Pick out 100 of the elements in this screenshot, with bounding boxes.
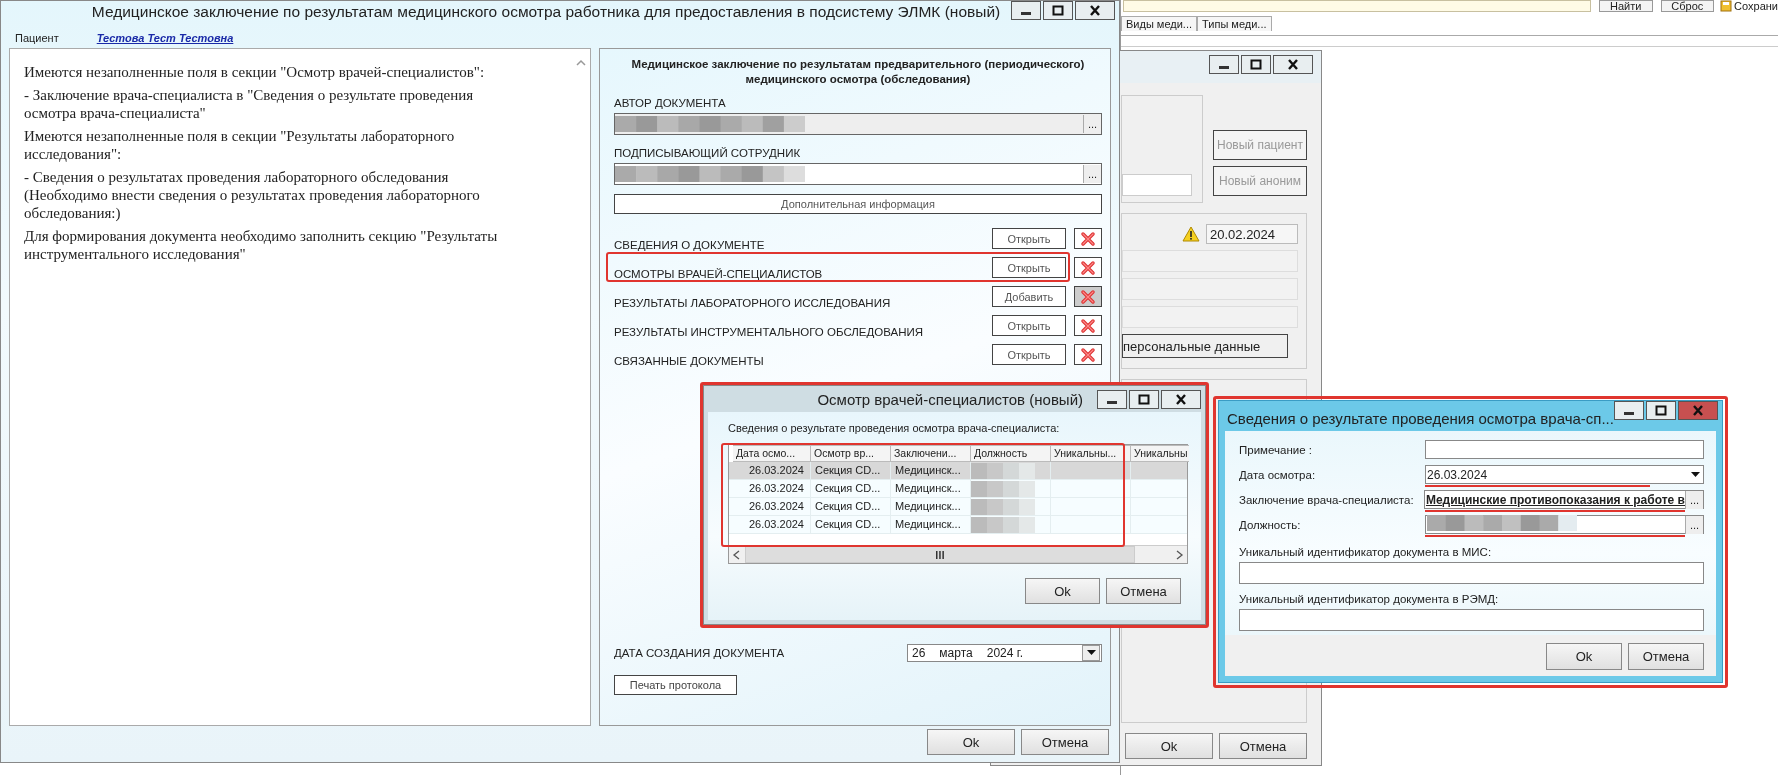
date-picker[interactable]: 26.03.2024 [1425, 465, 1704, 484]
input-field[interactable] [1239, 562, 1704, 584]
section-label: РЕЗУЛЬТАТЫ ЛАБОРАТОРНОГО ИССЛЕДОВАНИЯ [614, 297, 892, 311]
search-field[interactable] [1123, 0, 1591, 12]
browse-button[interactable]: ... [1685, 490, 1703, 509]
maximize-button[interactable] [1241, 55, 1271, 74]
tab[interactable]: Типы меди... [1197, 16, 1272, 31]
warning-icon [1182, 226, 1200, 242]
window-title: Осмотр врачей-специалистов (новый) [816, 390, 1084, 408]
section-label: ОСМОТРЫ ВРАЧЕЙ-СПЕЦИАЛИСТОВ [614, 268, 824, 282]
delete-icon [1080, 346, 1096, 363]
patient-link[interactable]: Тестова Тест Тестовна [96, 32, 234, 44]
column-header[interactable]: Осмотр вр... [811, 445, 891, 462]
maximize-icon [1138, 393, 1150, 405]
delete-button[interactable] [1074, 257, 1102, 278]
blur-drawing [971, 462, 1035, 479]
column-header[interactable]: Заключени... [891, 445, 971, 462]
input-field[interactable] [1239, 609, 1704, 631]
delete-button[interactable] [1074, 315, 1102, 336]
dialog-button[interactable]: Ok [1125, 733, 1213, 759]
maximize-button[interactable] [1043, 1, 1073, 20]
minimize-button[interactable] [1011, 1, 1041, 20]
close-icon [1089, 5, 1101, 16]
maximize-button[interactable] [1129, 389, 1159, 409]
close-button[interactable] [1161, 389, 1201, 409]
section-button[interactable]: Открыть [992, 228, 1066, 249]
close-button[interactable] [1273, 55, 1313, 74]
column-header[interactable]: Должность [971, 445, 1051, 462]
section-button[interactable]: Открыть [992, 315, 1066, 336]
field-label: Уникальный идентификатор документа в МИС: [1239, 546, 1493, 558]
close-button[interactable] [1677, 401, 1718, 420]
section-button[interactable]: Открыть [992, 344, 1066, 365]
dialog-button[interactable]: Отмена [1106, 578, 1181, 604]
field-label: Должность: [1239, 518, 1302, 531]
table-cell: Секция CD... [811, 462, 891, 479]
delete-icon [1080, 317, 1096, 334]
dialog-button[interactable]: Отмена [1219, 733, 1307, 759]
date-picker[interactable]: 26 марта 2024 г. [907, 644, 1102, 662]
close-button[interactable] [1075, 1, 1115, 20]
lookup-field[interactable]: Медицинские противопоказания к работе в ... [1423, 490, 1704, 509]
form-title: Медицинское заключение по результатам предварительного (периодического) медицинского осмотра (обследования) [630, 57, 1086, 87]
input-field[interactable] [1122, 174, 1192, 196]
dialog-button[interactable]: Отмена [1628, 643, 1704, 670]
field-label: Заключение врача-специалиста: [1239, 493, 1415, 506]
delete-icon [1080, 288, 1096, 305]
patient-label: Пациент [15, 32, 59, 44]
table-row[interactable]: 26.03.2024 Секция CD... Медицинск... [729, 462, 1187, 480]
blur-drawing [971, 516, 1035, 533]
maximize-icon [1052, 5, 1064, 16]
print-button[interactable]: Печать протокола [614, 675, 737, 695]
toolbar-button[interactable]: Найти [1599, 0, 1653, 12]
save-button[interactable]: Сохрани [1720, 0, 1778, 12]
maximize-icon [1250, 59, 1262, 70]
window-title: Медицинское заключение по результатам медицинского осмотра работника для предоставления в подсистему ЭЛМК (новый) [90, 2, 1002, 22]
browse-button[interactable]: ... [1083, 165, 1101, 183]
signer-field[interactable]: ... [614, 163, 1102, 185]
maximize-button[interactable] [1645, 401, 1676, 420]
delete-button[interactable] [1074, 228, 1102, 249]
delete-button[interactable] [1074, 344, 1102, 365]
table-row[interactable]: 26.03.2024 Секция CD... Медицинск... [729, 498, 1187, 516]
scroll-up-icon[interactable] [576, 59, 586, 66]
tab[interactable]: Виды меди... [1121, 16, 1198, 31]
grip-icon [935, 550, 945, 559]
table-cell: Секция CD... [811, 480, 891, 497]
minimize-icon [1021, 12, 1031, 15]
section-label: РЕЗУЛЬТАТЫ ИНСТРУМЕНТАЛЬНОГО ОБСЛЕДОВАНИЯ [614, 326, 925, 340]
author-field[interactable]: ... [614, 113, 1102, 135]
blur-drawing [971, 480, 1035, 497]
table-cell: Секция CD... [811, 498, 891, 515]
lookup-field[interactable]: ... [1425, 515, 1704, 534]
minimize-button[interactable] [1613, 401, 1644, 420]
minimize-button[interactable] [1097, 389, 1127, 409]
date-field[interactable]: 20.02.2024 [1206, 224, 1298, 244]
table-cell: Секция CD... [811, 516, 891, 533]
field-label: ПОДПИСЫВАЮЩИЙ СОТРУДНИК [614, 147, 802, 159]
validation-message: Для формирования документа необходимо заполнить секцию "Результаты инструментального исследования" [24, 227, 499, 263]
dialog-button[interactable]: Ok [927, 729, 1015, 755]
minimize-icon [1623, 412, 1634, 415]
additional-info-button[interactable]: Дополнительная информация [614, 194, 1102, 214]
section-button[interactable]: Открыть [992, 257, 1066, 278]
section-label: СВЕДЕНИЯ О ДОКУМЕНТЕ [614, 239, 766, 253]
blur-drawing [971, 498, 1035, 515]
delete-icon [1080, 259, 1096, 276]
personal-data-button[interactable]: персональные данные [1122, 334, 1288, 358]
column-header[interactable]: Дата осмо... [733, 445, 811, 462]
dialog-button[interactable]: Ok [1546, 643, 1622, 670]
dialog-button[interactable]: Отмена [1021, 729, 1109, 755]
input-field[interactable] [1425, 440, 1704, 459]
minimize-button[interactable] [1209, 55, 1239, 74]
column-header[interactable]: Уникальны... [1051, 445, 1131, 462]
table-row[interactable]: 26.03.2024 Секция CD... Медицинск... [729, 516, 1187, 534]
toolbar-button[interactable]: Сброс [1660, 0, 1715, 12]
column-header[interactable]: Уникальны [1131, 445, 1190, 462]
table-cell: 26.03.2024 [733, 462, 811, 479]
dialog-button[interactable]: Ok [1025, 578, 1100, 604]
table-cell: 26.03.2024 [733, 516, 811, 533]
browse-button[interactable]: ... [1685, 515, 1703, 534]
section-button[interactable]: Добавить [992, 286, 1066, 307]
dropdown-arrow-icon [1690, 471, 1700, 478]
table-row[interactable]: 26.03.2024 Секция CD... Медицинск... [729, 480, 1187, 498]
